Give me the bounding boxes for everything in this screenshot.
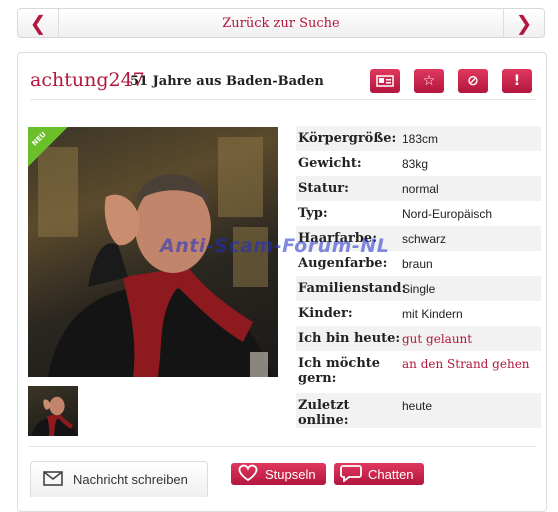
heart-icon <box>237 464 259 485</box>
tab-write-message[interactable]: Nachricht schreiben <box>30 461 208 497</box>
attr-value: Nord-Europäisch <box>402 207 493 221</box>
attr-label: Kinder: <box>298 306 353 321</box>
attr-label: Typ: <box>298 206 328 221</box>
attr-label: Gewicht: <box>298 156 362 171</box>
chat-button[interactable]: Chatten <box>334 463 424 485</box>
attr-value[interactable]: gut gelaunt <box>402 326 541 346</box>
profile-actions: ☆ ⊘ ! <box>370 69 532 93</box>
attr-value: braun <box>402 257 433 271</box>
attr-row-build: Statur: normal <box>296 176 541 201</box>
attr-value: heute <box>402 399 433 413</box>
age-location: 51 Jahre aus Baden-Baden <box>130 74 324 89</box>
attr-row-mood: Ich bin heute: gut gelaunt <box>296 326 541 351</box>
photo-thumbnail[interactable] <box>28 386 78 436</box>
profile-header: achtung247 51 Jahre aus Baden-Baden ☆ ⊘ … <box>30 67 536 100</box>
chat-label: Chatten <box>368 466 414 482</box>
attr-label: Körpergröße: <box>298 131 397 146</box>
chevron-left-icon[interactable]: ❮ <box>18 9 59 37</box>
attr-value: mit Kindern <box>402 307 463 321</box>
attr-row-weight: Gewicht: 83kg <box>296 151 541 176</box>
attr-row-height: Körpergröße: 183cm <box>296 126 541 151</box>
username: achtung247 <box>30 69 145 91</box>
chevron-right-icon[interactable]: ❯ <box>503 9 544 37</box>
attr-value: 83kg <box>402 157 429 171</box>
attr-row-wish: Ich möchte gern: an den Strand gehen <box>296 351 541 393</box>
attr-value: schwarz <box>402 232 447 246</box>
search-nav-bar: ❮ Zurück zur Suche ❯ <box>17 8 545 38</box>
profile-card: achtung247 51 Jahre aus Baden-Baden ☆ ⊘ … <box>17 52 547 512</box>
attr-label: Statur: <box>298 181 349 196</box>
attr-row-type: Typ: Nord-Europäisch <box>296 201 541 226</box>
speech-bubble-icon <box>340 464 362 485</box>
envelope-icon <box>43 470 63 489</box>
attr-row-last-online: Zuletzt online: heute <box>296 393 541 428</box>
attr-label: Ich bin heute: <box>298 331 401 346</box>
attr-value: Single <box>402 282 436 296</box>
attr-value: normal <box>402 182 439 196</box>
star-icon[interactable]: ☆ <box>414 69 444 93</box>
attr-value: 183cm <box>402 132 439 146</box>
attr-value[interactable]: an den Strand gehen <box>402 351 541 371</box>
block-icon[interactable]: ⊘ <box>458 69 488 93</box>
stupsen-label: Stupseln <box>265 466 316 482</box>
attr-row-children: Kinder: mit Kindern <box>296 301 541 326</box>
attr-row-status: Familienstand: Single <box>296 276 541 301</box>
back-to-search-link[interactable]: Zurück zur Suche <box>58 9 504 37</box>
watermark: Anti-Scam-Forum-NL <box>160 235 390 257</box>
divider <box>28 446 536 447</box>
profile-attributes: Körpergröße: 183cm Gewicht: 83kg Statur:… <box>296 126 541 428</box>
new-badge: NEU <box>28 127 68 167</box>
new-badge-label: NEU <box>30 130 48 148</box>
report-icon[interactable]: ! <box>502 69 532 93</box>
attr-label: Zuletzt online: <box>298 398 350 428</box>
tab-write-message-label: Nachricht schreiben <box>73 472 188 487</box>
attr-label: Ich möchte gern: <box>298 356 381 386</box>
attr-label: Familienstand: <box>298 281 407 296</box>
stupsen-button[interactable]: Stupseln <box>231 463 326 485</box>
id-card-icon[interactable] <box>370 69 400 93</box>
